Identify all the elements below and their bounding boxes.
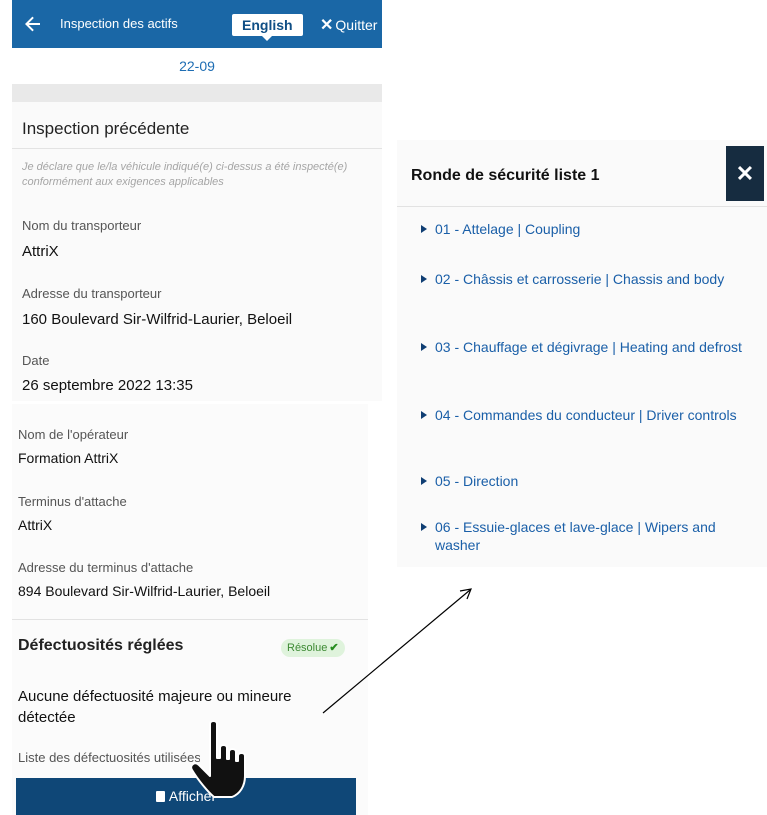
checklist-item-label: 06 - Essuie-glaces et lave-glace | Wiper… [435,519,716,553]
carrier-address-label: Adresse du transporteur [22,286,162,301]
operator-name-value: Formation AttriX [18,450,119,466]
caret-right-icon [421,523,427,531]
carrier-address-value: 160 Boulevard Sir-Wilfrid-Laurier, Beloe… [22,311,293,328]
checklist-item[interactable]: 03 - Chauffage et dégivrage | Heating an… [421,338,745,356]
checklist-divider [397,206,767,207]
no-defect-message: Aucune défectuosité majeure ou mineure d… [18,688,292,726]
quit-label: Quitter [335,17,378,33]
checklist-item[interactable]: 06 - Essuie-glaces et lave-glace | Wiper… [421,518,745,554]
checklist-item[interactable]: 02 - Châssis et carrosserie | Chassis an… [421,270,745,288]
hand-pointer-icon [190,720,246,798]
status-badge: Résolue ✔ [281,639,345,657]
checklist-item[interactable]: 04 - Commandes du conducteur | Driver co… [421,406,745,424]
close-icon: ✕ [735,161,755,186]
check-icon: ✔ [329,642,339,654]
checklist-item[interactable]: 01 - Attelage | Coupling [421,220,745,238]
status-badge-label: Résolue [287,642,328,654]
quit-button[interactable]: ✕ Quitter [320,15,377,35]
carrier-name-value: AttriX [22,243,59,260]
caret-right-icon [421,275,427,283]
date-label: Date [22,353,50,368]
declaration-text: Je déclare que le/la véhicule indiqué(e)… [22,161,348,188]
app-title: Inspection des actifs [60,16,178,31]
inspection-code: 22-09 [12,48,382,84]
home-terminal-value: AttriX [18,517,53,533]
date-value: 26 septembre 2022 13:35 [22,377,193,394]
close-button[interactable]: ✕ [726,146,764,201]
checklist-item-label: 03 - Chauffage et dégivrage | Heating an… [435,339,742,355]
defect-list-label: Liste des défectuosités utilisées [18,750,200,765]
top-app-bar: Inspection des actifs English ✕ Quitter [12,0,382,48]
checklist-title: Ronde de sécurité liste 1 [411,167,600,184]
checklist-item-label: 04 - Commandes du conducteur | Driver co… [435,407,737,423]
close-icon: ✕ [320,17,334,34]
checklist-panel: Ronde de sécurité liste 1 ✕ 01 - Attelag… [397,140,767,567]
caret-right-icon [421,343,427,351]
arrow-left-icon[interactable] [20,12,44,36]
caret-right-icon [421,477,427,485]
section-title: Inspection précédente [22,119,190,138]
section-separator [12,84,382,102]
home-terminal-address-value: 894 Boulevard Sir-Wilfrid-Laurier, Beloe… [18,583,271,599]
home-terminal-address-label: Adresse du terminus d'attache [18,560,194,575]
checklist-item[interactable]: 05 - Direction [421,472,745,490]
carrier-name-label: Nom du transporteur [22,218,142,233]
checklist-item-label: 02 - Châssis et carrosserie | Chassis an… [435,271,725,287]
caret-right-icon [421,411,427,419]
checklist-item-label: 01 - Attelage | Coupling [435,221,581,237]
operator-name-label: Nom de l'opérateur [18,427,129,442]
caret-right-icon [421,225,427,233]
checklist-item-label: 05 - Direction [435,473,519,489]
home-terminal-label: Terminus d'attache [18,494,127,509]
defects-title: Défectuosités réglées [18,637,184,654]
section-header: Inspection précédente [12,102,382,149]
book-icon [155,791,165,802]
language-button[interactable]: English [232,14,303,41]
divider [12,619,368,620]
